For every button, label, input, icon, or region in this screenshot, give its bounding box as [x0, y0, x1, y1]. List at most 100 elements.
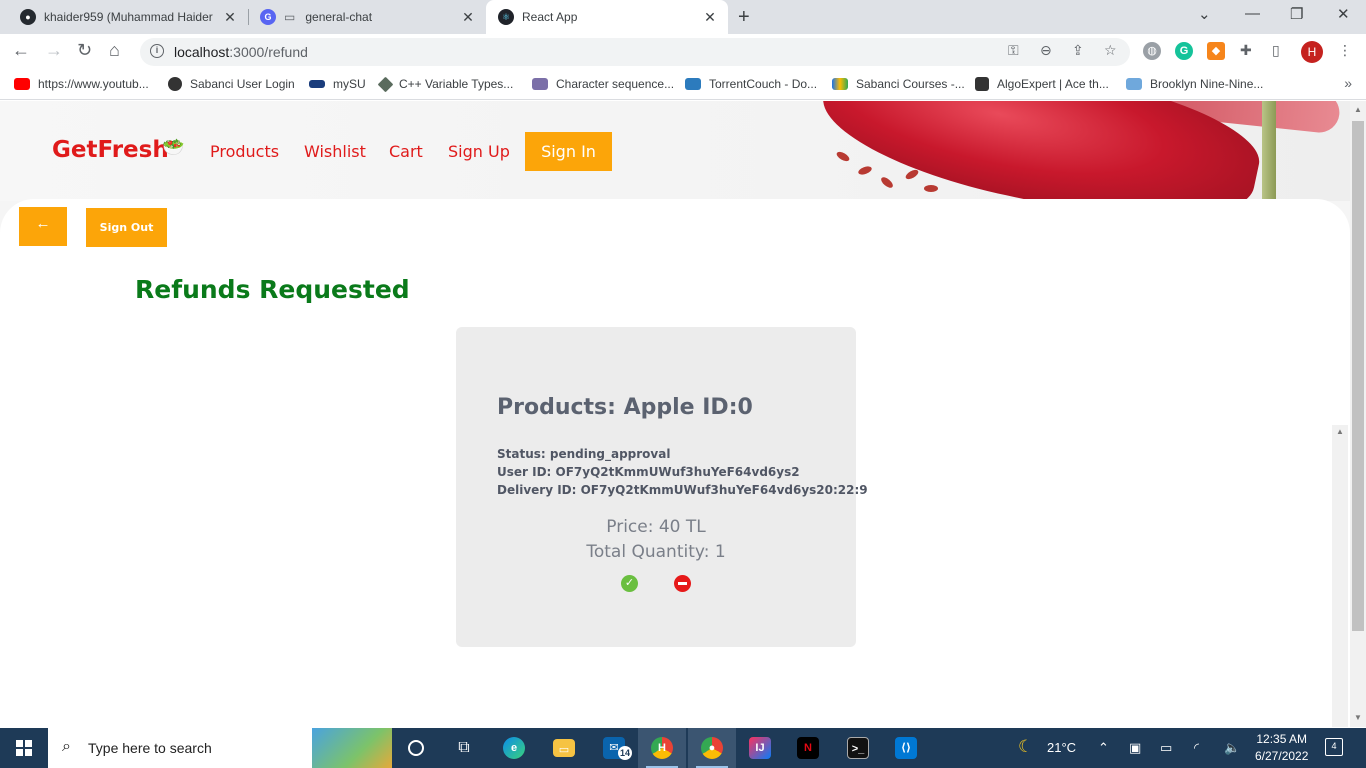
bookmark-cpp[interactable]: C++ Variable Types...	[377, 76, 513, 92]
inner-scrollbar[interactable]	[1332, 425, 1348, 727]
page-scroll-up-icon[interactable]: ▲	[1354, 105, 1362, 114]
site-info-icon[interactable]: i	[150, 44, 164, 58]
windows-start-icon[interactable]	[16, 740, 32, 756]
forward-arrow-icon[interactable]: →	[45, 40, 63, 61]
tab-github[interactable]: ● khaider959 (Muhammad Haider ✕	[8, 0, 248, 34]
nav-cart[interactable]: Cart	[389, 142, 423, 161]
minimize-icon[interactable]: —	[1245, 5, 1260, 22]
page-scroll-down-icon[interactable]: ▼	[1354, 713, 1362, 722]
bookmark-sabanci-login[interactable]: Sabanci User Login	[168, 77, 295, 91]
signin-button[interactable]: Sign In	[525, 132, 612, 171]
battery-icon[interactable]: ▭	[1160, 740, 1172, 756]
back-arrow-icon[interactable]: ←	[12, 40, 30, 61]
wifi-icon[interactable]: ◜	[1194, 740, 1199, 756]
taskbar-search[interactable]: ⌕ Type here to search	[48, 728, 392, 768]
bookmarks-overflow-icon[interactable]: »	[1344, 75, 1352, 91]
new-tab-button[interactable]: +	[738, 6, 750, 29]
tab-general-chat[interactable]: G ▭ general-chat ✕	[248, 0, 486, 34]
menu-kebab-icon[interactable]: ⋮	[1338, 42, 1352, 59]
bookmark-character-sequence[interactable]: Character sequence...	[532, 77, 674, 91]
volume-icon[interactable]: 🔈	[1224, 740, 1240, 756]
close-tab-icon[interactable]: ✕	[222, 9, 238, 26]
reload-icon[interactable]: ↻	[77, 40, 92, 61]
cortana-icon[interactable]	[392, 728, 440, 768]
close-tab-icon[interactable]: ✕	[702, 9, 718, 26]
tab-react-app[interactable]: ⚛ React App ✕	[486, 0, 728, 34]
refund-quantity: Total Quantity: 1	[586, 542, 726, 562]
intellij-icon[interactable]: IJ	[736, 728, 784, 768]
bookmark-label: AlgoExpert | Ace th...	[997, 77, 1109, 91]
main-content: ← Sign Out Refunds Requested Products: A…	[0, 199, 1350, 727]
bookmarks-bar: https://www.youtub... Sabanci User Login…	[0, 70, 1366, 100]
bookmark-label: Sabanci Courses -...	[856, 77, 965, 91]
bookmark-sabanci-courses[interactable]: Sabanci Courses -...	[832, 77, 965, 91]
zoom-icon[interactable]: ⊖	[1040, 42, 1052, 59]
moon-weather-icon[interactable]: ☾	[1018, 737, 1033, 757]
chrome-profile-icon[interactable]: H	[638, 728, 686, 768]
bookmark-label: mySU	[333, 77, 366, 91]
profile-avatar[interactable]: H	[1301, 41, 1323, 63]
restore-icon[interactable]: ❐	[1290, 5, 1303, 23]
vscode-icon[interactable]: ⟨⟩	[882, 728, 930, 768]
task-view-icon[interactable]: ⧉	[440, 728, 488, 768]
refund-delivery-id: Delivery ID: OF7yQ2tKmmUWuf3huYeF64vd6ys…	[497, 483, 868, 497]
bookmark-label: TorrentCouch - Do...	[709, 77, 818, 91]
display-icon[interactable]: ▣	[1129, 740, 1141, 756]
goji-berry-image	[835, 149, 851, 164]
mail-icon[interactable]: ✉ 14	[590, 728, 638, 768]
bookmark-star-icon[interactable]: ☆	[1104, 42, 1117, 59]
tab-title: React App	[522, 10, 578, 24]
goji-berry-image	[857, 164, 873, 177]
file-explorer-icon[interactable]: ▭	[540, 728, 588, 768]
extensions-puzzle-icon[interactable]: ✚	[1240, 42, 1252, 59]
scroll-up-arrow-icon[interactable]: ▲	[1336, 427, 1344, 436]
bookmark-brooklyn[interactable]: Brooklyn Nine-Nine...	[1126, 77, 1263, 91]
page-scrollbar-thumb[interactable]	[1352, 121, 1364, 631]
brand-logo[interactable]: GetFresh	[52, 137, 169, 163]
globe-extension-icon[interactable]: ◍	[1143, 42, 1161, 60]
nav-wishlist[interactable]: Wishlist	[304, 142, 366, 161]
notification-center-icon[interactable]: 4	[1325, 738, 1343, 756]
key-icon[interactable]: ⚿	[1008, 42, 1019, 59]
home-icon[interactable]: ⌂	[109, 40, 120, 61]
metamask-icon[interactable]: ◆	[1207, 42, 1225, 60]
terminal-icon[interactable]: >_	[834, 728, 882, 768]
page-title: Refunds Requested	[135, 275, 410, 304]
site-navbar: GetFresh 🥗 Products Wishlist Cart Sign U…	[0, 101, 800, 201]
bookmark-torrentcouch[interactable]: TorrentCouch - Do...	[685, 77, 817, 91]
tab-title: general-chat	[305, 10, 373, 24]
nav-products[interactable]: Products	[210, 142, 279, 161]
approve-check-icon[interactable]: ✓	[621, 575, 638, 592]
taskbar-clock[interactable]: 12:35 AM 6/27/2022	[1255, 731, 1308, 765]
address-bar[interactable]: i localhost:3000/refund	[140, 38, 1130, 66]
netflix-icon[interactable]: N	[784, 728, 832, 768]
grammarly-icon[interactable]: G	[1175, 42, 1193, 60]
close-tab-icon[interactable]: ✕	[460, 9, 476, 26]
weather-temperature[interactable]: 21°C	[1047, 740, 1076, 755]
bookmark-mysu[interactable]: mySU	[309, 77, 366, 91]
back-button[interactable]: ←	[19, 207, 67, 246]
chrome-icon[interactable]: ●	[688, 728, 736, 768]
close-window-icon[interactable]: ✕	[1337, 5, 1350, 23]
side-panel-icon[interactable]: ▯	[1272, 42, 1280, 59]
algoexpert-icon	[975, 77, 989, 91]
bookmark-label: https://www.youtub...	[38, 77, 149, 91]
bookmark-algoexpert[interactable]: AlgoExpert | Ace th...	[975, 77, 1109, 91]
signout-button[interactable]: Sign Out	[86, 208, 167, 247]
tab-title: khaider959 (Muhammad Haider	[44, 10, 213, 24]
tray-chevron-up-icon[interactable]: ⌃	[1098, 740, 1109, 756]
refund-price: Price: 40 TL	[606, 517, 706, 537]
edge-icon[interactable]: e	[490, 728, 538, 768]
stem-image	[1262, 101, 1276, 201]
reject-minus-icon[interactable]	[674, 575, 691, 592]
clock-date: 6/27/2022	[1255, 749, 1309, 763]
url-text[interactable]: localhost:3000/refund	[174, 44, 308, 60]
nav-signup[interactable]: Sign Up	[448, 142, 510, 161]
share-icon[interactable]: ⇪	[1072, 42, 1084, 59]
tab-search-chevron-icon[interactable]: ⌄	[1198, 5, 1211, 23]
bookmark-youtube[interactable]: https://www.youtub...	[14, 77, 149, 91]
brooklyn-icon	[1126, 78, 1142, 90]
mail-badge: 14	[618, 746, 632, 760]
bookmark-label: Sabanci User Login	[190, 77, 295, 91]
torrentcouch-icon	[685, 78, 701, 90]
